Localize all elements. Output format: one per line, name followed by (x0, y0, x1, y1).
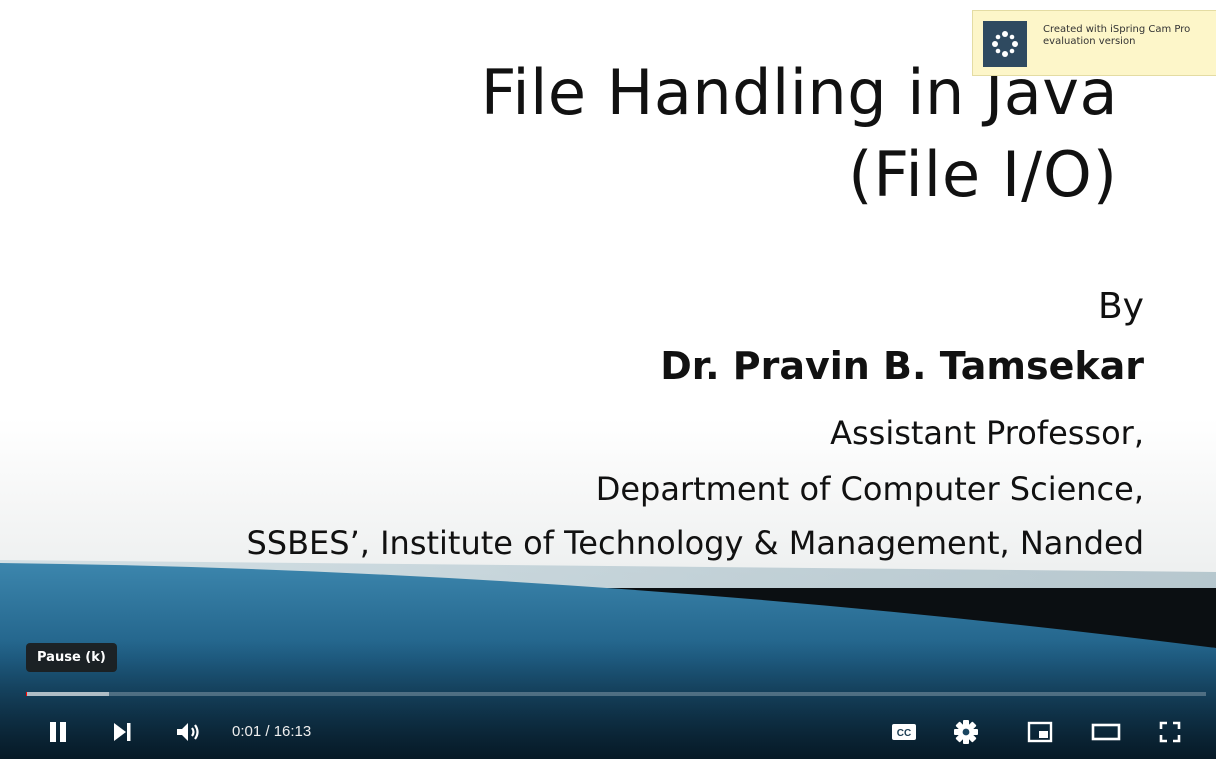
mute-button[interactable] (168, 712, 208, 752)
slide-title-line2: (File I/O) (848, 138, 1118, 211)
ispring-watermark: Created with iSpring Cam Pro evaluation … (972, 10, 1216, 76)
slide-author-role: Assistant Professor, (830, 414, 1144, 452)
progress-played (26, 692, 28, 696)
pause-button[interactable] (38, 712, 78, 752)
subtitles-button[interactable]: CC (884, 712, 924, 752)
watermark-line1: Created with iSpring Cam Pro (1043, 24, 1191, 35)
video-player[interactable]: File Handling in Java (File I/O) By Dr. … (0, 0, 1216, 759)
fullscreen-icon (1159, 721, 1181, 743)
fullscreen-button[interactable] (1150, 712, 1190, 752)
time-display: 0:01 / 16:13 (232, 723, 312, 740)
slide-by-label: By (1097, 286, 1144, 327)
cc-label: CC (897, 728, 911, 739)
watermark-text: Created with iSpring Cam Pro evaluation … (1043, 24, 1190, 48)
settings-button[interactable] (946, 712, 986, 752)
slide-author-name: Dr. Pravin B. Tamsekar (660, 344, 1144, 388)
ispring-logo-icon (983, 21, 1027, 67)
cc-icon: CC (892, 724, 916, 740)
progress-buffered (26, 692, 109, 696)
next-button[interactable] (102, 712, 142, 752)
next-icon (114, 723, 131, 741)
pause-tooltip: Pause (k) (26, 643, 117, 672)
miniplayer-button[interactable] (1020, 712, 1060, 752)
slide-department: Department of Computer Science, (595, 470, 1144, 508)
progress-bar[interactable] (26, 692, 1206, 696)
theater-icon (1091, 723, 1121, 741)
volume-icon (177, 723, 199, 741)
pause-icon (50, 722, 66, 742)
watermark-line2: evaluation version (1043, 36, 1136, 47)
theater-mode-button[interactable] (1086, 712, 1126, 752)
miniplayer-icon (1027, 721, 1053, 743)
slide-institute: SSBES’, Institute of Technology & Manage… (246, 524, 1144, 562)
settings-icon (954, 720, 978, 744)
